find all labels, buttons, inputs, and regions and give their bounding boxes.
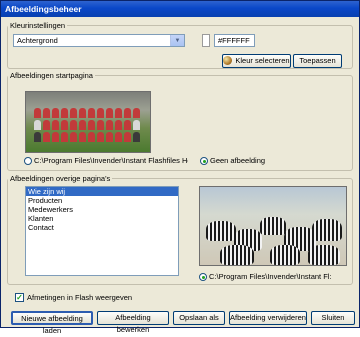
close-button[interactable]: Sluiten	[311, 311, 355, 325]
color-target-dropdown[interactable]: Achtergrond ▼	[13, 34, 185, 47]
no-image-label: Geen afbeelding	[210, 156, 266, 165]
title-bar[interactable]: Afbeeldingsbeheer	[1, 1, 359, 17]
flash-size-label: Afmetingen in Flash weergeven	[27, 293, 133, 302]
other-pages-images-legend: Afbeeldingen overige pagina's	[10, 174, 111, 183]
team-row-front	[34, 132, 142, 142]
select-color-label: Kleur selecteren	[235, 56, 290, 65]
zebra-shape	[312, 219, 342, 241]
zebra-photo-image	[199, 186, 347, 266]
zebra-shape	[270, 245, 300, 265]
zebra-shape	[260, 217, 286, 235]
other-path-radio[interactable]	[199, 273, 207, 281]
afbeeldingsbeheer-window: Afbeeldingsbeheer Kleurinstellingen Acht…	[0, 0, 360, 335]
other-path-label: C:\Program Files\Invender\Instant Fl:	[209, 272, 332, 281]
start-page-images-legend: Afbeeldingen startpagina	[10, 71, 93, 80]
new-image-button[interactable]: Nieuwe afbeelding laden	[11, 311, 93, 335]
delete-image-button[interactable]: Afbeelding verwijderen	[229, 311, 307, 325]
start-path-radio[interactable]	[24, 157, 32, 165]
color-swatch	[202, 34, 210, 47]
color-target-value: Achtergrond	[17, 36, 58, 45]
list-item[interactable]: Contact	[26, 223, 178, 232]
save-as-button[interactable]: Opslaan als	[173, 311, 225, 325]
no-image-radio[interactable]	[200, 157, 208, 165]
select-color-button[interactable]: Kleur selecteren	[222, 54, 291, 68]
hex-color-field[interactable]: #FFFFFF	[214, 34, 255, 47]
color-picker-icon	[223, 56, 233, 65]
list-item[interactable]: Medewerkers	[26, 205, 178, 214]
zebra-shape	[308, 245, 340, 265]
team-row-back	[34, 108, 142, 118]
color-settings-legend: Kleurinstellingen	[10, 21, 66, 30]
window-title: Afbeeldingsbeheer	[5, 4, 82, 14]
list-item[interactable]: Klanten	[26, 214, 178, 223]
team-row-middle	[34, 120, 142, 130]
apply-button[interactable]: Toepassen	[293, 54, 342, 68]
pages-listbox[interactable]: Wie zijn wij Producten Medewerkers Klant…	[25, 186, 179, 276]
chevron-down-icon[interactable]: ▼	[170, 35, 184, 46]
zebra-shape	[206, 221, 236, 241]
zebra-shape	[220, 245, 254, 265]
team-photo-image	[25, 91, 151, 153]
list-item[interactable]: Wie zijn wij	[26, 187, 178, 196]
edit-image-button[interactable]: Afbeelding bewerken	[97, 311, 169, 334]
flash-size-checkbox[interactable]: ✓	[15, 293, 24, 302]
start-path-label: C:\Program Files\Invender\Instant Flashf…	[34, 156, 188, 165]
list-item[interactable]: Producten	[26, 196, 178, 205]
